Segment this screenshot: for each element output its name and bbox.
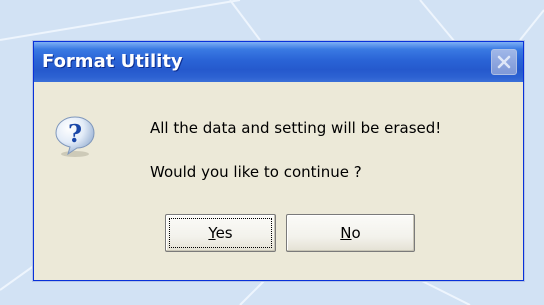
yes-label-rest: es — [215, 224, 233, 242]
window-title: Format Utility — [42, 51, 183, 72]
yes-button-label: Yes — [208, 224, 232, 242]
no-button[interactable]: No — [286, 214, 415, 252]
message-line-2: Would you like to continue ? — [150, 163, 362, 181]
svg-text:?: ? — [68, 119, 82, 148]
no-button-label: No — [340, 224, 360, 242]
format-utility-dialog: Format Utility ? All the data and settin… — [33, 41, 524, 281]
close-button[interactable] — [491, 49, 517, 75]
title-bar[interactable]: Format Utility — [34, 42, 523, 82]
yes-button[interactable]: Yes — [165, 214, 276, 252]
question-icon: ? — [55, 116, 95, 157]
yes-mnemonic: Y — [208, 224, 216, 242]
no-mnemonic: N — [340, 224, 352, 242]
message-line-1: All the data and setting will be erased! — [150, 119, 442, 137]
close-icon — [497, 55, 511, 69]
no-label-rest: o — [351, 224, 361, 242]
